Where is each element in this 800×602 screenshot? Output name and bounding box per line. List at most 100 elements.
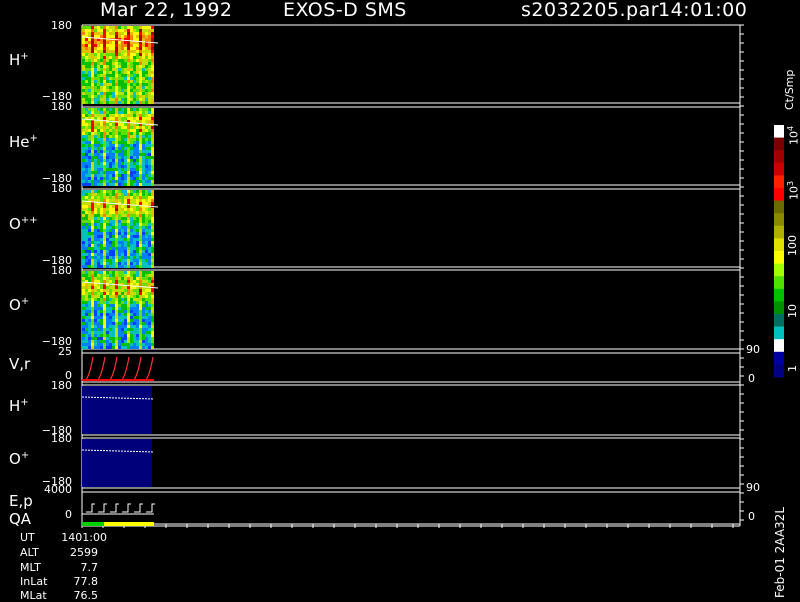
spectrogram-cell — [82, 346, 85, 349]
spectrogram-cell — [94, 111, 97, 114]
spectrogram-cell — [121, 129, 124, 132]
spectrogram-cell — [103, 346, 106, 349]
spectrogram-cell — [145, 80, 148, 83]
spectrogram-cell — [136, 50, 139, 53]
spectrogram-cell — [127, 32, 130, 35]
spectrogram-cell — [136, 280, 139, 283]
spectrogram-cell — [88, 135, 91, 138]
spectrogram-cell — [82, 334, 85, 337]
spectrogram-cell — [97, 253, 100, 256]
spectrogram-cell — [127, 199, 130, 202]
spectrogram-cell — [139, 202, 142, 205]
spectrogram-cell — [82, 250, 85, 253]
spectrogram-cell — [151, 50, 154, 53]
spectrogram-cell — [85, 138, 88, 141]
spectrogram-cell — [85, 171, 88, 174]
spectrogram-cell — [139, 156, 142, 159]
spectrogram-cell — [115, 205, 118, 208]
spectrogram-cell — [91, 44, 94, 47]
spectrogram-cell — [85, 174, 88, 177]
spectrogram-cell — [82, 71, 85, 74]
spectrogram-cell — [94, 98, 97, 101]
spectrogram-cell — [148, 271, 151, 274]
spectrogram-cell — [103, 193, 106, 196]
spectrogram-cell — [136, 304, 139, 307]
spectrogram-cell — [145, 298, 148, 301]
spectrogram-cell — [106, 180, 109, 183]
spectrogram-cell — [103, 337, 106, 340]
spectrogram-cell — [145, 238, 148, 241]
spectrogram-cell — [130, 316, 133, 319]
colorbar-swatch — [774, 364, 784, 378]
spectrogram-cell — [82, 126, 85, 129]
spectrogram-cell — [112, 168, 115, 171]
spectrogram-cell — [118, 190, 121, 193]
spectrogram-cell — [130, 44, 133, 47]
spectrogram-cell — [112, 101, 115, 104]
spectrogram-cell — [103, 56, 106, 59]
spectrogram-cell — [109, 208, 112, 211]
spectrogram-cell — [124, 129, 127, 132]
spectrogram-cell — [142, 310, 145, 313]
spectrogram-cell — [139, 77, 142, 80]
spectrogram-cell — [151, 65, 154, 68]
spectrogram-cell — [100, 132, 103, 135]
spectrogram-cell — [112, 26, 115, 29]
spectrogram-cell — [130, 310, 133, 313]
spectrogram-cell — [139, 337, 142, 340]
spectrogram-cell — [151, 301, 154, 304]
spectrogram-cell — [136, 316, 139, 319]
spectrogram-cell — [121, 89, 124, 92]
spectrogram-cell — [106, 83, 109, 86]
spectrogram-cell — [103, 159, 106, 162]
spectrogram-cell — [112, 47, 115, 50]
spectrogram-cell — [100, 111, 103, 114]
spectrogram-cell — [127, 150, 130, 153]
spectrogram-cell — [85, 86, 88, 89]
spectrogram-cell — [136, 295, 139, 298]
spectrogram-cell — [121, 205, 124, 208]
spectrogram-cell — [85, 220, 88, 223]
spectrogram-cell — [130, 256, 133, 259]
spectrogram-cell — [124, 168, 127, 171]
spectrogram-cell — [106, 259, 109, 262]
spectrogram-cell — [109, 108, 112, 111]
spectrogram-cell — [97, 337, 100, 340]
spectrogram-cell — [133, 199, 136, 202]
spectrogram-cell — [106, 101, 109, 104]
spectrogram-cell — [94, 144, 97, 147]
spectrogram-cell — [148, 168, 151, 171]
spectrogram-cell — [118, 214, 121, 217]
spectrogram-cell — [133, 162, 136, 165]
spectrogram-cell — [151, 74, 154, 77]
spectrogram-cell — [118, 241, 121, 244]
spectrogram-cell — [100, 262, 103, 265]
spectrogram-cell — [115, 47, 118, 50]
spectrogram-cell — [124, 80, 127, 83]
spectrogram-cell — [145, 226, 148, 229]
spectrogram-cell — [118, 92, 121, 95]
spectrogram-cell — [151, 162, 154, 165]
spectrogram-cell — [130, 253, 133, 256]
spectrogram-cell — [151, 156, 154, 159]
spectrogram-cell — [94, 162, 97, 165]
spectrogram-cell — [118, 141, 121, 144]
spectrogram-cell — [121, 53, 124, 56]
spectrogram-cell — [151, 232, 154, 235]
spectrogram-cell — [139, 310, 142, 313]
spectrogram-cell — [106, 292, 109, 295]
ephem-value-ut: 1401:00 — [61, 531, 107, 544]
spectrogram-cell — [130, 343, 133, 346]
colorbar-swatch — [774, 326, 784, 340]
spectrogram-cell — [91, 135, 94, 138]
spectrogram-cell — [145, 147, 148, 150]
spectrogram-cell — [133, 29, 136, 32]
spectrogram-cell — [136, 117, 139, 120]
spectrogram-cell — [82, 120, 85, 123]
spectrogram-cell — [145, 44, 148, 47]
spectrogram-cell — [97, 29, 100, 32]
spectrogram-cell — [91, 159, 94, 162]
spectrogram-cell — [115, 295, 118, 298]
spectrogram-cell — [103, 71, 106, 74]
spectrogram-cell — [109, 171, 112, 174]
